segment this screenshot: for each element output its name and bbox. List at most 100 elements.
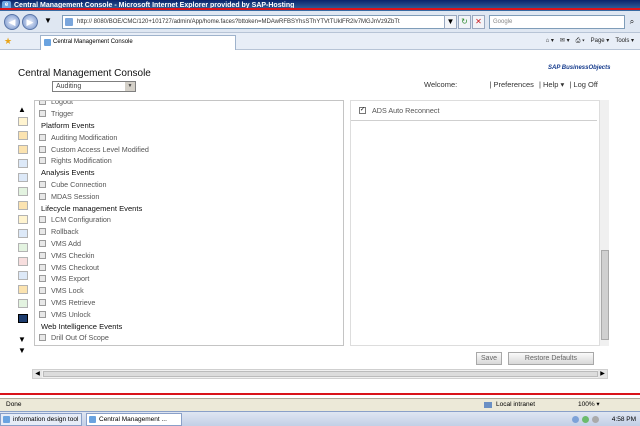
history-dropdown[interactable]: ▼ xyxy=(42,15,54,29)
taskbar-item-cmc[interactable]: Central Management ... xyxy=(86,413,182,426)
command-bar: ⌂ ▾ ✉ ▾ ⎙ ▾ Page ▾ Tools ▾ xyxy=(546,36,634,47)
event-checkbox[interactable] xyxy=(39,334,46,342)
ads-auto-reconnect-checkbox[interactable]: ✓ xyxy=(359,107,366,114)
zoom-control[interactable]: 100% ▾ xyxy=(578,399,600,411)
rail-icon-9[interactable] xyxy=(18,229,28,238)
event-checkbox[interactable] xyxy=(39,275,46,283)
event-checkbox-item[interactable]: Cube Connection xyxy=(39,179,339,191)
event-checkbox[interactable] xyxy=(39,287,46,295)
event-checkbox[interactable] xyxy=(39,180,46,188)
event-checkbox-item[interactable]: VMS Unlock xyxy=(39,308,339,320)
rail-icon-5[interactable] xyxy=(18,173,28,182)
logoff-link[interactable]: | Log Off xyxy=(569,80,598,89)
search-button[interactable]: ⌕ xyxy=(626,15,638,29)
event-checkbox[interactable] xyxy=(39,228,46,236)
event-checkbox-item[interactable]: VMS Checkin xyxy=(39,249,339,261)
event-checkbox[interactable] xyxy=(39,145,46,153)
event-checkbox[interactable] xyxy=(39,192,46,200)
event-checkbox-item[interactable]: VMS Retrieve xyxy=(39,297,339,309)
event-label: Web Intelligence Events xyxy=(41,321,123,331)
event-label: LCM Configuration xyxy=(51,215,111,225)
scroll-left-icon[interactable]: ◀ xyxy=(33,370,42,378)
event-label: VMS Add xyxy=(51,238,81,248)
rail-icon-11[interactable] xyxy=(18,257,28,266)
vertical-scrollbar[interactable] xyxy=(599,100,609,346)
save-button[interactable]: Save xyxy=(476,352,502,365)
restore-defaults-button[interactable]: Restore Defaults xyxy=(508,352,594,365)
refresh-button[interactable]: ↻ xyxy=(458,15,471,29)
favorites-star-icon[interactable]: ★ xyxy=(4,36,12,47)
rail-icon-10[interactable] xyxy=(18,243,28,252)
stop-button[interactable]: ✕ xyxy=(472,15,485,29)
event-checkbox-item[interactable]: Rights Modification xyxy=(39,155,339,167)
rail-icon-8[interactable] xyxy=(18,215,28,224)
event-checkbox-item[interactable]: LCM Configuration xyxy=(39,214,339,226)
rail-icon-7[interactable] xyxy=(18,201,28,210)
tray-icon-2[interactable] xyxy=(582,416,589,423)
event-checkbox-item[interactable]: VMS Lock xyxy=(39,285,339,297)
horizontal-scroll-thumb[interactable] xyxy=(43,371,598,377)
event-checkbox-item[interactable]: Auditing Modification xyxy=(39,131,339,143)
event-checkbox[interactable] xyxy=(39,216,46,224)
event-checkbox[interactable] xyxy=(39,239,46,247)
event-checkbox-item[interactable]: VMS Checkout xyxy=(39,261,339,273)
rail-icon-12[interactable] xyxy=(18,271,28,280)
scroll-right-icon[interactable]: ▶ xyxy=(598,370,607,378)
url-input[interactable]: http:// 8080/BOE/CMC/120+101727/admin/Ap… xyxy=(62,15,454,29)
event-checkbox[interactable] xyxy=(39,251,46,259)
security-zone: Local intranet xyxy=(484,399,535,411)
category-select[interactable]: Auditing ▼ xyxy=(52,81,136,92)
event-label: Cube Connection xyxy=(51,179,107,189)
tray-icon-3[interactable] xyxy=(592,416,599,423)
tray-icon-1[interactable] xyxy=(572,416,579,423)
rail-icon-3[interactable] xyxy=(18,145,28,154)
forward-button[interactable]: ▶ xyxy=(22,14,38,30)
print-menu[interactable]: ⎙ ▾ xyxy=(576,36,585,47)
rail-down-arrow-icon-2[interactable]: ▼ xyxy=(18,347,26,355)
rail-up-arrow-icon[interactable]: ▲ xyxy=(18,106,26,114)
rail-icon-6[interactable] xyxy=(18,187,28,196)
search-input[interactable]: Google xyxy=(489,15,625,29)
event-checkbox-item[interactable]: Rollback xyxy=(39,226,339,238)
taskbar-item-information-design-tool[interactable]: information design tool xyxy=(0,413,82,426)
ads-auto-reconnect-option[interactable]: ✓ ADS Auto Reconnect xyxy=(359,106,440,115)
vertical-scroll-thumb[interactable] xyxy=(601,250,609,340)
tools-menu[interactable]: Tools ▾ xyxy=(615,36,634,47)
event-checkbox-item[interactable]: Page Retrieved xyxy=(39,344,339,345)
preferences-link[interactable]: | Preferences xyxy=(489,80,533,89)
page-menu[interactable]: Page ▾ xyxy=(591,36,610,47)
status-bar: Done Local intranet 100% ▾ xyxy=(0,398,640,411)
event-checkbox-item[interactable]: MDAS Session xyxy=(39,190,339,202)
event-checkbox[interactable] xyxy=(39,263,46,271)
event-checkbox[interactable] xyxy=(39,110,46,118)
event-checkbox-item[interactable]: Trigger xyxy=(39,108,339,120)
event-checkbox[interactable] xyxy=(39,133,46,141)
event-checkbox[interactable] xyxy=(39,157,46,165)
page-icon xyxy=(65,18,73,26)
event-group-heading: Platform Events xyxy=(39,120,339,132)
rail-icon-auditing-selected[interactable] xyxy=(18,314,28,323)
event-checkbox[interactable] xyxy=(39,101,46,106)
horizontal-scrollbar[interactable]: ◀ ▶ xyxy=(32,369,608,379)
event-checkbox-item[interactable]: Logout xyxy=(39,100,339,108)
event-checkbox[interactable] xyxy=(39,310,46,318)
feeds-menu[interactable]: ✉ ▾ xyxy=(560,36,570,47)
rail-icon-1[interactable] xyxy=(18,117,28,126)
rail-icon-2[interactable] xyxy=(18,131,28,140)
rail-icon-14[interactable] xyxy=(18,299,28,308)
event-checkbox-item[interactable]: VMS Add xyxy=(39,238,339,250)
event-checkbox-item[interactable]: Drill Out Of Scope xyxy=(39,332,339,344)
rail-icon-4[interactable] xyxy=(18,159,28,168)
event-checkbox[interactable] xyxy=(39,298,46,306)
help-link[interactable]: | Help ▾ xyxy=(539,80,564,89)
event-checkbox-item[interactable]: Custom Access Level Modified xyxy=(39,143,339,155)
event-label: VMS Export xyxy=(51,274,90,284)
rail-down-arrow-icon[interactable]: ▼ xyxy=(18,336,26,344)
event-label: Logout xyxy=(51,100,73,107)
tab-cmc[interactable]: Central Management Console xyxy=(40,35,236,50)
event-checkbox-item[interactable]: VMS Export xyxy=(39,273,339,285)
url-dropdown-button[interactable]: ▼ xyxy=(444,15,457,29)
home-menu[interactable]: ⌂ ▾ xyxy=(546,36,554,47)
back-button[interactable]: ◀ xyxy=(4,14,20,30)
rail-icon-13[interactable] xyxy=(18,285,28,294)
